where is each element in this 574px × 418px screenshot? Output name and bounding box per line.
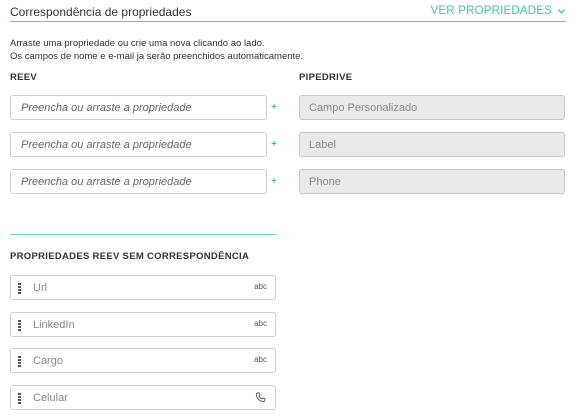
- view-properties-toggle[interactable]: VER PROPRIEDADES: [431, 5, 566, 17]
- drag-handle-icon[interactable]: [18, 320, 21, 331]
- property-label: Url: [33, 282, 48, 294]
- chevron-down-icon: [557, 8, 566, 14]
- instructions-line-2: Os campos de nome e e-mail ja serão pree…: [10, 50, 304, 62]
- reev-property-dropzone[interactable]: Preencha ou arraste a propriedade: [10, 169, 267, 194]
- draggable-property-cargo[interactable]: Cargo abc: [10, 348, 276, 373]
- section-heading: Correspondência de propriedades: [10, 5, 192, 19]
- property-label: Cargo: [33, 355, 63, 367]
- text-type-icon: abc: [254, 319, 267, 328]
- drag-handle-icon[interactable]: [18, 283, 21, 294]
- phone-icon: [255, 392, 266, 403]
- draggable-property-url[interactable]: Url abc: [10, 275, 276, 300]
- reev-column-label: REEV: [10, 72, 38, 83]
- pipedrive-column-label: PIPEDRIVE: [299, 72, 353, 83]
- text-type-icon: abc: [254, 282, 267, 291]
- unmatched-properties-heading: PROPRIEDADES REEV SEM CORRESPONDÊNCIA: [10, 251, 250, 262]
- draggable-property-linkedin[interactable]: LinkedIn abc: [10, 312, 276, 337]
- instructions-line-1: Arraste uma propriedade ou crie uma nova…: [10, 38, 265, 49]
- section-divider: [10, 234, 277, 235]
- add-property-icon[interactable]: +: [270, 177, 278, 187]
- properties-mapping-header: Correspondência de propriedades VER PROP…: [10, 0, 566, 22]
- view-properties-label: VER PROPRIEDADES: [430, 5, 552, 17]
- reev-property-dropzone[interactable]: Preencha ou arraste a propriedade: [10, 132, 267, 157]
- instructions: Arraste uma propriedade ou crie uma nova…: [10, 38, 303, 63]
- property-label: Celular: [33, 392, 68, 404]
- pipedrive-field: Phone: [299, 169, 565, 194]
- pipedrive-field: Label: [299, 132, 565, 157]
- add-property-icon[interactable]: +: [270, 140, 278, 150]
- reev-property-dropzone[interactable]: Preencha ou arraste a propriedade: [10, 95, 267, 120]
- property-label: LinkedIn: [33, 319, 75, 331]
- draggable-property-celular[interactable]: Celular: [10, 385, 276, 410]
- drag-handle-icon[interactable]: [18, 393, 21, 404]
- drag-handle-icon[interactable]: [18, 356, 21, 367]
- pipedrive-field: Campo Personalizado: [299, 95, 565, 120]
- text-type-icon: abc: [254, 355, 267, 364]
- add-property-icon[interactable]: +: [270, 103, 278, 113]
